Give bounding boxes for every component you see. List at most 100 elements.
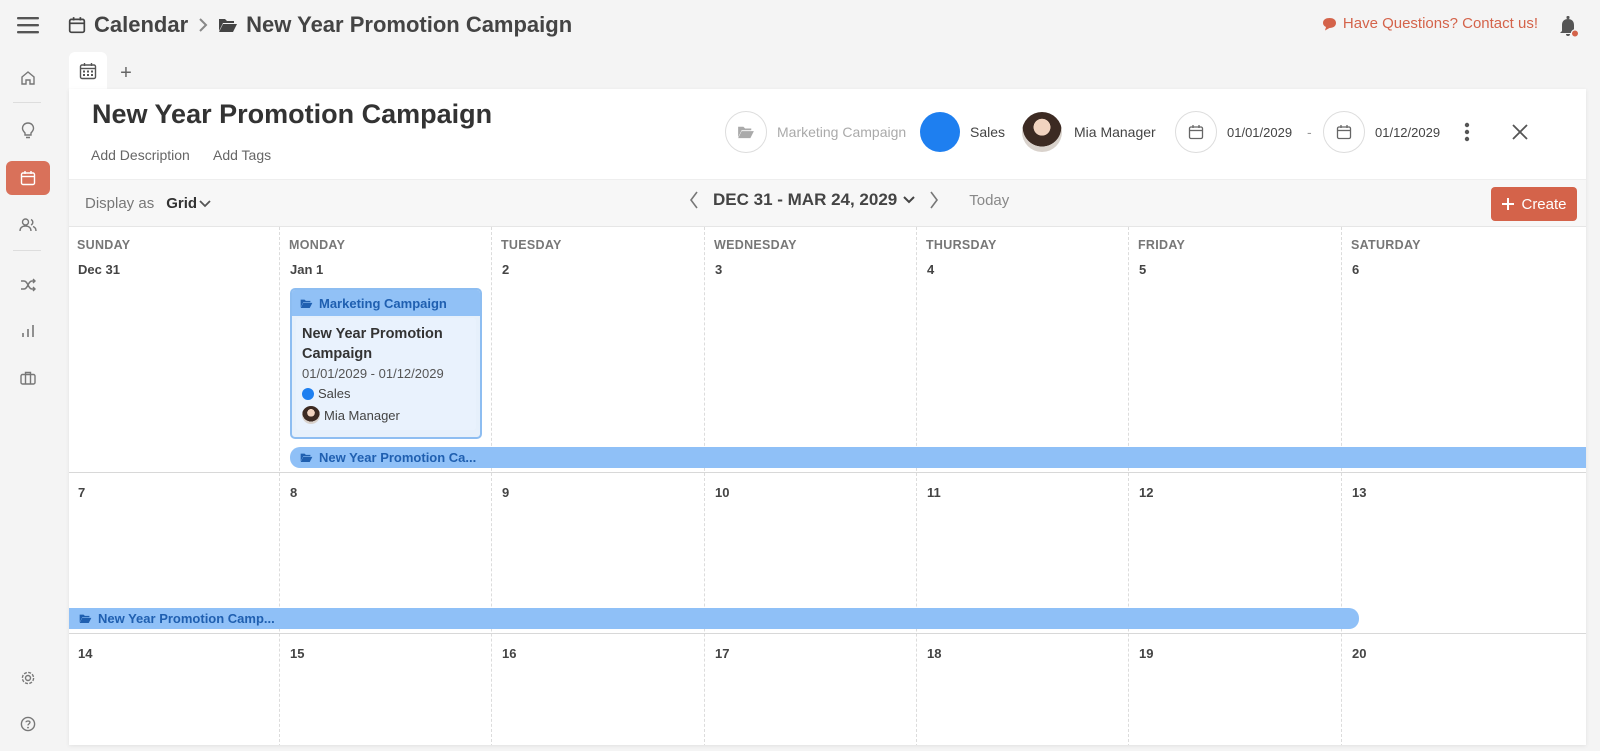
- analytics-icon[interactable]: [6, 314, 50, 348]
- event-card-header: Marketing Campaign: [292, 290, 480, 316]
- add-description-link[interactable]: Add Description: [91, 147, 190, 163]
- chevron-down-icon: [199, 199, 211, 208]
- day-number[interactable]: 13: [1352, 485, 1366, 500]
- event-owner-label: Mia Manager: [324, 407, 400, 423]
- event-team-label: Sales: [318, 386, 351, 401]
- date-range-nav: DEC 31 - MAR 24, 2029 Today: [689, 190, 1009, 210]
- sidebar-divider: [13, 250, 41, 251]
- column-divider: [704, 227, 705, 745]
- lightbulb-icon[interactable]: [6, 114, 50, 148]
- calendar-icon: [1323, 111, 1365, 153]
- owner-label: Mia Manager: [1074, 124, 1156, 140]
- day-name: MONDAY: [289, 238, 346, 252]
- shuffle-icon[interactable]: [6, 268, 50, 302]
- settings-icon[interactable]: [6, 661, 50, 695]
- day-number[interactable]: 9: [502, 485, 509, 500]
- display-as-label: Display as: [85, 195, 155, 212]
- date-separator: -: [1307, 124, 1312, 140]
- team-color-dot: [920, 112, 960, 152]
- notification-bell-icon[interactable]: [1556, 14, 1580, 38]
- previous-icon[interactable]: [689, 191, 699, 209]
- event-bar-label: New Year Promotion Ca...: [319, 450, 477, 465]
- team-selector[interactable]: Sales: [920, 111, 1005, 153]
- create-button[interactable]: Create: [1491, 187, 1577, 221]
- event-bar-label: New Year Promotion Camp...: [98, 611, 275, 626]
- users-icon[interactable]: [6, 208, 50, 242]
- avatar: [302, 406, 320, 424]
- calendar-nav-icon[interactable]: [6, 161, 50, 195]
- avatar: [1022, 112, 1062, 152]
- event-dates: 01/01/2029 - 01/12/2029: [302, 366, 444, 381]
- day-number[interactable]: 20: [1352, 646, 1366, 661]
- event-folder-label: Marketing Campaign: [319, 295, 447, 311]
- plus-icon: [1501, 197, 1515, 211]
- event-team: Sales: [302, 386, 470, 401]
- date-range-label: DEC 31 - MAR 24, 2029: [713, 190, 898, 209]
- day-number[interactable]: 4: [927, 262, 934, 277]
- day-number[interactable]: 19: [1139, 646, 1153, 661]
- team-color-dot: [302, 387, 314, 400]
- day-number[interactable]: Jan 1: [290, 262, 323, 277]
- start-date: 01/01/2029: [1227, 124, 1293, 140]
- start-date-picker[interactable]: 01/01/2029: [1175, 111, 1292, 153]
- close-icon[interactable]: [1512, 124, 1528, 140]
- contact-link[interactable]: Have Questions? Contact us!: [1322, 15, 1538, 32]
- folder-open-icon: [300, 452, 313, 463]
- end-date-picker[interactable]: 01/12/2029: [1323, 111, 1440, 153]
- calendar-icon: [1175, 111, 1217, 153]
- day-name: SATURDAY: [1351, 238, 1421, 252]
- day-name: THURSDAY: [926, 238, 997, 252]
- breadcrumb: Calendar New Year Promotion Campaign: [68, 8, 572, 42]
- today-button[interactable]: Today: [969, 192, 1009, 209]
- day-number[interactable]: 5: [1139, 262, 1146, 277]
- day-number[interactable]: 6: [1352, 262, 1359, 277]
- owner-selector[interactable]: Mia Manager: [1022, 111, 1156, 153]
- event-bar[interactable]: New Year Promotion Camp...: [69, 608, 1359, 629]
- day-number[interactable]: 7: [78, 485, 85, 500]
- date-range-dropdown[interactable]: DEC 31 - MAR 24, 2029: [713, 190, 915, 210]
- create-label: Create: [1521, 195, 1567, 213]
- sidebar-divider: [13, 102, 41, 103]
- breadcrumb-root[interactable]: Calendar: [94, 12, 188, 38]
- more-options-icon[interactable]: [1464, 122, 1470, 142]
- day-number[interactable]: 8: [290, 485, 297, 500]
- chat-bubble-icon: [1322, 17, 1337, 31]
- team-label: Sales: [970, 124, 1006, 140]
- folder-icon: [725, 111, 767, 153]
- home-icon[interactable]: [6, 61, 50, 95]
- menu-icon[interactable]: [6, 8, 50, 42]
- folder-label: Marketing Campaign: [777, 124, 907, 140]
- event-bar[interactable]: New Year Promotion Ca...: [290, 447, 1586, 468]
- day-number[interactable]: 10: [715, 485, 729, 500]
- view-selector[interactable]: Grid: [166, 195, 211, 212]
- briefcase-icon[interactable]: [6, 361, 50, 395]
- day-number[interactable]: 16: [502, 646, 516, 661]
- day-number[interactable]: 15: [290, 646, 304, 661]
- day-number[interactable]: 3: [715, 262, 722, 277]
- chevron-down-icon: [903, 196, 915, 204]
- day-name: FRIDAY: [1138, 238, 1186, 252]
- column-divider: [279, 227, 280, 745]
- display-as: Display as Grid: [85, 195, 211, 212]
- week-divider: [69, 633, 1586, 634]
- day-number[interactable]: 14: [78, 646, 92, 661]
- day-number[interactable]: Dec 31: [78, 262, 120, 277]
- tab-bar: +: [69, 52, 145, 90]
- day-number[interactable]: 12: [1139, 485, 1153, 500]
- folder-open-icon: [218, 17, 238, 33]
- tab-calendar-view[interactable]: [69, 52, 107, 90]
- view-selector-label: Grid: [166, 195, 198, 212]
- campaign-panel: New Year Promotion Campaign Add Descript…: [69, 89, 1586, 745]
- help-icon[interactable]: [6, 707, 50, 741]
- day-number[interactable]: 18: [927, 646, 941, 661]
- event-title: New Year Promotion Campaign: [302, 326, 443, 362]
- page-title: New Year Promotion Campaign: [92, 99, 493, 129]
- day-number[interactable]: 2: [502, 262, 509, 277]
- folder-selector[interactable]: Marketing Campaign: [725, 111, 906, 153]
- event-card[interactable]: Marketing Campaign New Year Promotion Ca…: [290, 288, 482, 439]
- add-tags-link[interactable]: Add Tags: [213, 147, 271, 163]
- day-number[interactable]: 11: [927, 485, 941, 500]
- add-tab-button[interactable]: +: [107, 56, 145, 90]
- day-number[interactable]: 17: [715, 646, 729, 661]
- next-icon[interactable]: [929, 191, 939, 209]
